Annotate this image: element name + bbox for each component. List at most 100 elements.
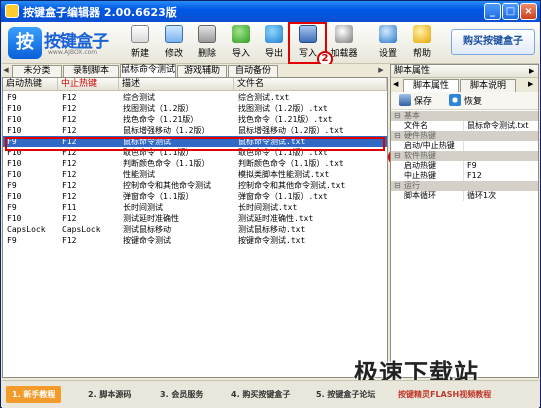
new-label: 新建: [130, 49, 149, 59]
cell-description: 找色命令（1.21版）: [123, 115, 199, 124]
table-row[interactable]: F9 F12 控制命令和其他命令测试 控制命令和其他命令测试.txt: [3, 180, 387, 191]
properties-toolbar: 保存 恢复: [391, 92, 538, 110]
settings-button[interactable]: 设置: [372, 25, 404, 62]
collapse-icon[interactable]: ⊟: [394, 111, 401, 121]
new-file-icon: [131, 25, 149, 43]
table-row[interactable]: F10 F12 找色命令（1.21版） 找色命令（1.21版）.txt: [3, 114, 387, 125]
tab-scroll-left-icon[interactable]: ◀: [2, 64, 10, 76]
cell-start-hotkey: F10: [7, 115, 22, 124]
save-button[interactable]: 保存: [399, 94, 432, 108]
minimize-button[interactable]: _: [484, 3, 501, 20]
link-buy-box[interactable]: 4. 购买按键盒子: [231, 389, 290, 400]
cell-filename: 长时间测试.txt: [238, 203, 298, 212]
table-row[interactable]: F10 F12 鼠标增强移动（1.2版） 鼠标增强移动（1.2版）.txt: [3, 125, 387, 136]
help-button[interactable]: 帮助: [406, 25, 438, 62]
property-row[interactable]: 中止热键 F12: [391, 171, 538, 181]
cell-description: 测试鼠标移动: [123, 225, 171, 234]
prop-tab-right-icon[interactable]: ▶: [528, 80, 533, 88]
trash-icon: [198, 25, 216, 43]
col-filename[interactable]: 文件名: [234, 78, 387, 91]
cell-stop-hotkey: F12: [62, 192, 77, 201]
property-category[interactable]: 运行 ⊟: [391, 181, 538, 191]
table-row[interactable]: F10 F12 找图测试（1.2版） 找图测试（1.2版）.txt: [3, 103, 387, 114]
table-row[interactable]: F10 F12 弹窗命令（1.1版） 弹窗命令（1.1版）.txt: [3, 191, 387, 202]
collapse-icon[interactable]: ⊟: [394, 151, 401, 161]
logo-url: www.AJBOX.com: [48, 49, 98, 56]
buy-box-button[interactable]: 购买按键盒子: [451, 29, 535, 55]
col-start-hotkey[interactable]: 启动热键: [3, 78, 58, 91]
restore-button[interactable]: 恢复: [449, 94, 482, 108]
property-value[interactable]: F9: [467, 161, 537, 171]
cell-stop-hotkey: F12: [62, 170, 77, 179]
property-category[interactable]: 硬件热键 ⊟: [391, 131, 538, 141]
property-value[interactable]: F12: [467, 171, 537, 181]
tab-auto-backup[interactable]: 自动备份: [228, 65, 278, 77]
table-row[interactable]: F9 F12 按键命令测试 按键命令测试.txt: [3, 235, 387, 246]
link-beginner-tutorial[interactable]: 1. 新手教程: [6, 386, 62, 403]
delete-label: 删除: [197, 49, 216, 59]
link-script-source[interactable]: 2. 脚本源码: [88, 389, 131, 400]
panel-collapse-icon[interactable]: ▶: [529, 67, 534, 75]
cell-stop-hotkey: F12: [62, 126, 77, 135]
table-row[interactable]: CapsLock CapsLock 测试鼠标移动 测试鼠标移动.txt: [3, 224, 387, 235]
col-description[interactable]: 描述: [119, 78, 234, 91]
table-row[interactable]: F10 F12 性能测试 模拟类脚本性能测试.txt: [3, 169, 387, 180]
cell-description: 长时间测试: [123, 203, 163, 212]
table-row[interactable]: F10 F12 测试延时准确性 测试延时准确性.txt: [3, 213, 387, 224]
property-value[interactable]: 循环1次: [467, 191, 537, 201]
cell-description: 测试延时准确性: [123, 214, 179, 223]
cell-start-hotkey: F10: [7, 159, 22, 168]
property-row[interactable]: 文件名 鼠标命令测试.txt: [391, 121, 538, 131]
cell-start-hotkey: CapsLock: [7, 225, 46, 234]
cell-start-hotkey: F10: [7, 214, 22, 223]
export-button[interactable]: 导出: [258, 25, 290, 62]
tab-recorded-scripts[interactable]: 录制脚本: [63, 65, 119, 77]
collapse-icon[interactable]: ⊟: [394, 131, 401, 141]
prop-tab-left-icon[interactable]: ◀: [393, 80, 398, 88]
close-button[interactable]: ×: [520, 3, 537, 20]
table-row[interactable]: F10 F12 判断颜色命令（1.1版） 判断颜色命令（1.1版）.txt: [3, 158, 387, 169]
property-key: 中止热键: [404, 171, 464, 181]
col-stop-hotkey[interactable]: 中止热键: [58, 78, 119, 91]
export-icon: [265, 25, 283, 43]
save-label: 保存: [414, 97, 433, 107]
cell-stop-hotkey: F12: [62, 159, 77, 168]
property-row[interactable]: 脚本循环 循环1次: [391, 191, 538, 201]
properties-title: 脚本属性: [391, 65, 538, 78]
edit-icon: [165, 25, 183, 43]
cell-start-hotkey: F10: [7, 104, 22, 113]
collapse-icon[interactable]: ⊟: [394, 181, 401, 191]
cell-description: 鼠标增强移动（1.2版）: [123, 126, 210, 135]
app-icon: [5, 4, 19, 18]
delete-button[interactable]: 删除: [191, 25, 223, 62]
new-button[interactable]: 新建: [124, 25, 156, 62]
cell-filename: 测试延时准确性.txt: [238, 214, 314, 223]
property-row[interactable]: 启动热键 F9: [391, 161, 538, 171]
tab-uncategorized[interactable]: 未分类: [12, 65, 62, 77]
property-category[interactable]: 基本 ⊟: [391, 111, 538, 121]
bottom-links-bar: 1. 新手教程 2. 脚本源码 3. 会员服务 4. 购买按键盒子 5. 按键盒…: [2, 380, 539, 408]
title-bar[interactable]: 按键盒子编辑器 2.00.6623版 _ □ ×: [1, 1, 540, 22]
toolbar: 按 按键盒子 www.AJBOX.com 新建 修改 删除 导入 导出 写入 加…: [2, 22, 539, 64]
tab-script-properties[interactable]: 脚本属性: [403, 79, 459, 92]
export-label: 导出: [264, 49, 283, 59]
link-forum[interactable]: 5. 按键盒子论坛: [316, 389, 375, 400]
link-flash-video-tutorial[interactable]: 按键精灵FLASH视频教程: [398, 389, 491, 400]
tab-mouse-command-test[interactable]: 鼠标命令测试: [120, 64, 176, 77]
property-value[interactable]: 鼠标命令测试.txt: [467, 121, 537, 131]
script-list: 启动热键 中止热键 描述 文件名 F9 F12 综合测试 综合测试.txt F10 F12…: [2, 77, 388, 378]
link-member-service[interactable]: 3. 会员服务: [160, 389, 203, 400]
cell-stop-hotkey: F12: [62, 181, 77, 190]
maximize-button[interactable]: □: [502, 3, 519, 20]
property-category[interactable]: 软件热键 ⊟: [391, 151, 538, 161]
edit-button[interactable]: 修改: [158, 25, 190, 62]
property-key: 基本: [404, 111, 420, 120]
table-row[interactable]: F9 F11 长时间测试 长时间测试.txt: [3, 202, 387, 213]
property-row[interactable]: 启动/中止热键: [391, 141, 538, 151]
tab-script-notes[interactable]: 脚本说明: [460, 79, 516, 92]
import-button[interactable]: 导入: [225, 25, 257, 62]
tab-scroll-right-icon[interactable]: ▶: [377, 64, 385, 76]
property-key: 启动热键: [404, 161, 464, 171]
table-row[interactable]: F9 F12 综合测试 综合测试.txt: [3, 92, 387, 103]
tab-game-assist[interactable]: 游戏辅助: [177, 65, 227, 77]
